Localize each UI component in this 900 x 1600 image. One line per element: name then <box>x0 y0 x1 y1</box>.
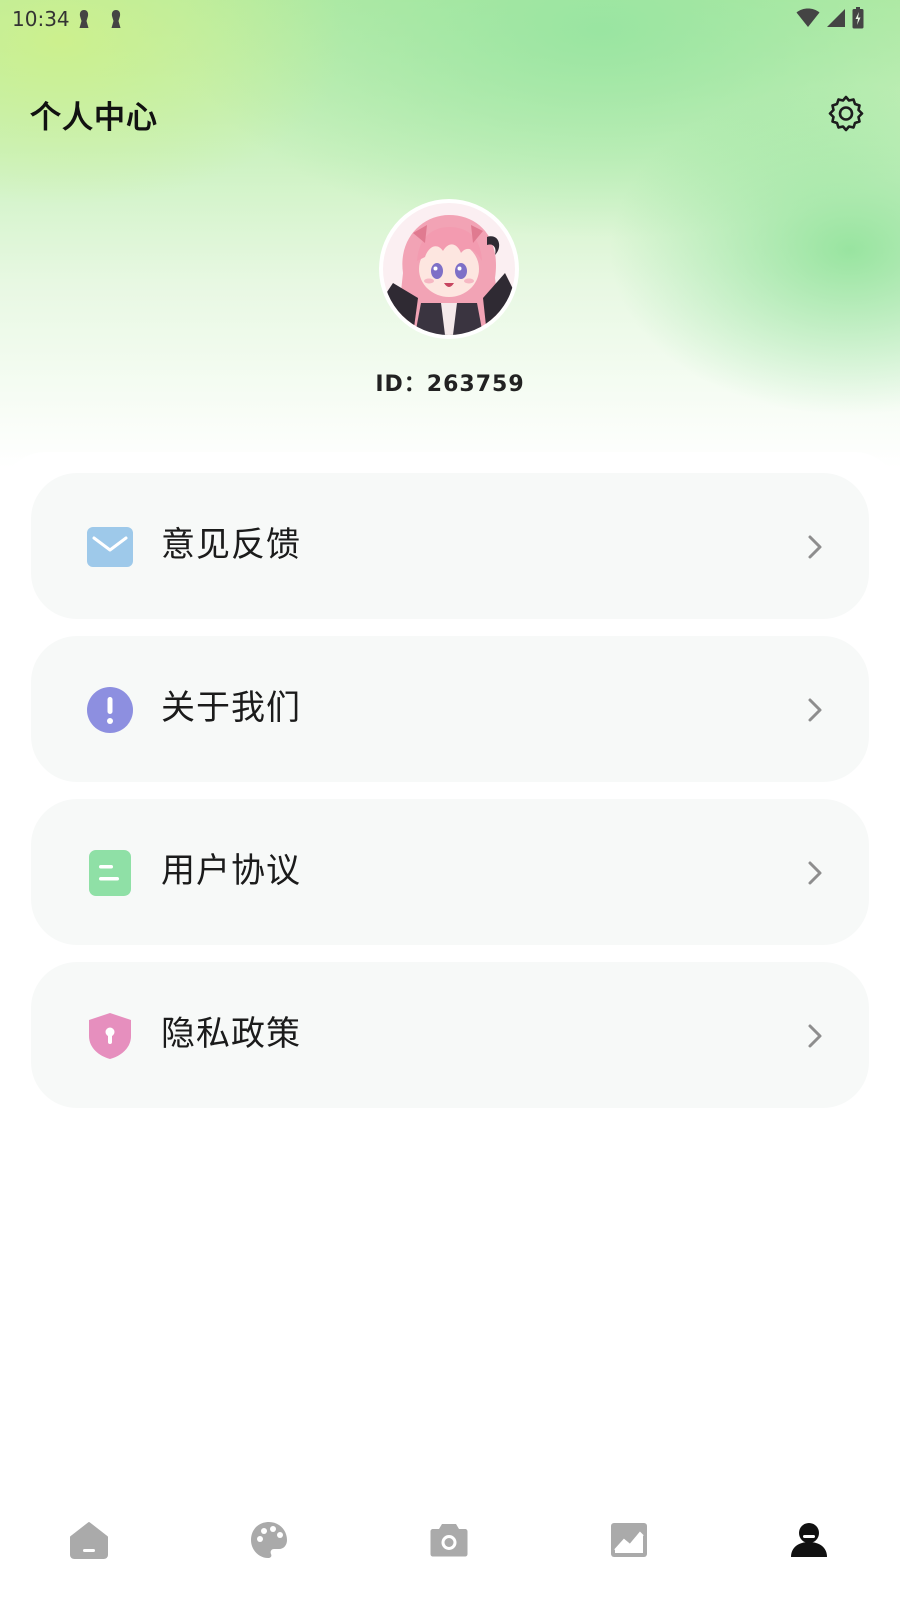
status-time: 10:34 <box>12 7 70 31</box>
chevron-right-icon <box>808 535 822 559</box>
shield-lock-icon <box>89 1013 131 1059</box>
profile-icon <box>791 1523 827 1557</box>
camera-icon <box>430 1524 468 1557</box>
palette-icon <box>251 1522 287 1558</box>
notification-icon <box>111 10 121 28</box>
mail-icon <box>87 527 133 567</box>
nav-profile[interactable] <box>779 1510 839 1570</box>
menu-item-about-us[interactable]: 关于我们 <box>31 636 869 782</box>
menu-item-label: 隐私政策 <box>161 1014 301 1054</box>
notification-icon <box>79 10 89 28</box>
chevron-right-icon <box>808 698 822 722</box>
status-icons <box>796 6 864 30</box>
gallery-icon <box>611 1523 647 1557</box>
document-icon <box>89 850 131 896</box>
status-bar: 10:34 <box>0 0 900 36</box>
page-title: 个人中心 <box>30 100 158 136</box>
nav-palette[interactable] <box>239 1510 299 1570</box>
settings-button[interactable] <box>826 94 866 134</box>
menu-item-label: 意见反馈 <box>161 525 301 565</box>
gear-icon <box>828 95 864 132</box>
nav-gallery[interactable] <box>599 1510 659 1570</box>
wifi-icon <box>796 8 820 27</box>
home-icon <box>70 1522 108 1559</box>
menu-item-feedback[interactable]: 意见反馈 <box>31 473 869 619</box>
battery-icon <box>852 7 864 29</box>
menu-item-user-agreement[interactable]: 用户协议 <box>31 799 869 945</box>
avatar[interactable] <box>383 203 515 335</box>
user-id-label: ID：263759 <box>375 372 525 397</box>
signal-icon <box>827 9 845 27</box>
menu-item-privacy-policy[interactable]: 隐私政策 <box>31 962 869 1108</box>
bottom-navigation <box>0 1500 900 1600</box>
chevron-right-icon <box>808 1024 822 1048</box>
anime-girl-avatar-icon <box>383 203 515 335</box>
menu-item-label: 用户协议 <box>161 851 301 891</box>
nav-camera[interactable] <box>419 1510 479 1570</box>
nav-home[interactable] <box>59 1510 119 1570</box>
info-exclamation-icon <box>87 687 133 733</box>
menu-item-label: 关于我们 <box>161 688 301 728</box>
chevron-right-icon <box>808 861 822 885</box>
